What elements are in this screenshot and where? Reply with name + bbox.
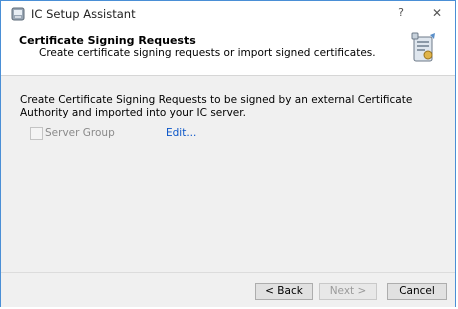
cancel-button[interactable]: Cancel (387, 283, 447, 300)
edit-link[interactable]: Edit... (166, 127, 196, 139)
window-title: IC Setup Assistant (31, 7, 136, 21)
page-title: Certificate Signing Requests (19, 34, 196, 47)
wizard-header: Certificate Signing Requests Create cert… (1, 27, 455, 76)
server-group-checkbox[interactable] (30, 127, 43, 140)
wizard-content: Create Certificate Signing Requests to b… (1, 76, 455, 272)
server-group-label: Server Group (45, 127, 115, 139)
next-button[interactable]: Next > (319, 283, 377, 300)
setup-assistant-window: IC Setup Assistant ? ✕ Certificate Signi… (0, 0, 456, 307)
close-button[interactable]: ✕ (426, 4, 448, 22)
title-bar[interactable]: IC Setup Assistant ? ✕ (1, 1, 455, 27)
back-button[interactable]: < Back (255, 283, 313, 300)
help-button[interactable]: ? (391, 4, 411, 22)
description-text: Create Certificate Signing Requests to b… (20, 94, 413, 119)
app-icon (10, 6, 26, 22)
page-subtitle: Create certificate signing requests or i… (39, 47, 376, 59)
certificate-wizard-icon (408, 31, 438, 65)
wizard-footer: < Back Next > Cancel (1, 272, 455, 307)
